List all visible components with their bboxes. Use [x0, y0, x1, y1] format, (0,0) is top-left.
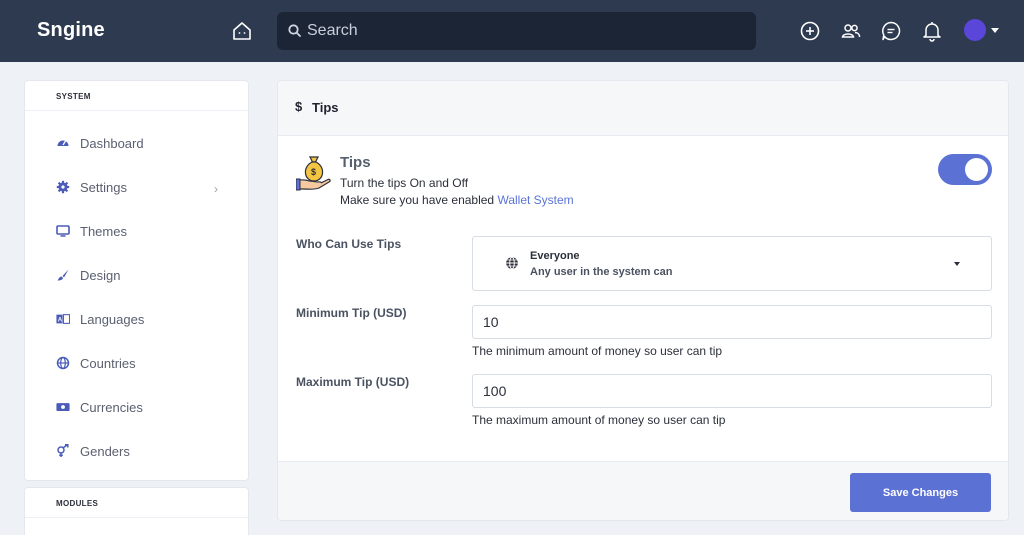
- sidebar-system: SYSTEM Dashboard Settings › Themes Desig…: [24, 80, 249, 481]
- chevron-down-icon: [954, 262, 960, 266]
- sidebar-item-label: Design: [80, 267, 121, 283]
- avatar[interactable]: [964, 19, 986, 41]
- brand-logo[interactable]: Sngine: [37, 19, 105, 42]
- chevron-right-icon: ›: [214, 182, 218, 196]
- top-navbar: Sngine: [0, 0, 1024, 62]
- search-input[interactable]: [307, 12, 747, 50]
- bell-icon[interactable]: [921, 20, 943, 42]
- selected-option-subtitle: Any user in the system can: [530, 266, 673, 278]
- search-icon: [287, 23, 303, 39]
- feature-note-text: Make sure you have enabled: [340, 193, 498, 207]
- add-icon[interactable]: [799, 20, 821, 42]
- sidebar-item-countries[interactable]: Countries: [25, 348, 248, 378]
- maximum-tip-input[interactable]: [472, 374, 992, 408]
- card-header: $ Tips: [278, 81, 1008, 136]
- sidebar-heading-modules: MODULES: [25, 488, 248, 518]
- sidebar-item-label: Languages: [80, 311, 145, 327]
- maximum-tip-label: Maximum Tip (USD): [296, 375, 410, 389]
- sidebar-item-dashboard[interactable]: Dashboard: [25, 128, 248, 158]
- money-icon: [56, 400, 70, 414]
- feature-note: Make sure you have enabled Wallet System: [340, 193, 574, 207]
- dollar-icon: $: [295, 99, 303, 114]
- sidebar-item-themes[interactable]: Themes: [25, 216, 248, 246]
- sidebar-item-label: Settings: [80, 179, 127, 195]
- money-bag-hand-icon: $: [295, 153, 332, 191]
- sidebar-item-genders[interactable]: Genders: [25, 436, 248, 466]
- sidebar-item-settings[interactable]: Settings ›: [25, 172, 248, 202]
- monitor-icon: [56, 224, 70, 238]
- maximum-tip-help: The maximum amount of money so user can …: [472, 413, 726, 427]
- gear-icon: [56, 180, 70, 194]
- sidebar-item-label: Currencies: [80, 399, 143, 415]
- feature-description: Turn the tips On and Off: [340, 176, 469, 190]
- language-icon: A: [56, 312, 70, 326]
- sidebar-modules: MODULES: [24, 487, 249, 535]
- gender-icon: [56, 444, 70, 458]
- wallet-system-link[interactable]: Wallet System: [497, 193, 573, 207]
- home-icon[interactable]: [231, 20, 253, 42]
- sidebar-item-label: Themes: [80, 223, 127, 239]
- card-footer: Save Changes: [278, 461, 1008, 520]
- globe-icon: [56, 356, 70, 370]
- chat-icon[interactable]: [880, 20, 902, 42]
- tips-enabled-toggle[interactable]: [938, 154, 992, 185]
- svg-text:$: $: [311, 167, 316, 177]
- tips-settings-card: $ Tips $ Tips Turn the tips On and Off M…: [277, 80, 1009, 521]
- sidebar-item-label: Genders: [80, 443, 130, 459]
- caret-down-icon[interactable]: [991, 28, 999, 33]
- save-changes-button[interactable]: Save Changes: [850, 473, 991, 512]
- minimum-tip-help: The minimum amount of money so user can …: [472, 344, 723, 358]
- svg-text:A: A: [58, 317, 63, 324]
- who-can-use-select[interactable]: Everyone Any user in the system can: [472, 236, 992, 291]
- minimum-tip-label: Minimum Tip (USD): [296, 306, 407, 320]
- who-can-use-label: Who Can Use Tips: [296, 237, 402, 251]
- search-bar[interactable]: [277, 12, 756, 50]
- sidebar-item-label: Dashboard: [80, 135, 144, 151]
- toggle-knob: [965, 158, 988, 181]
- selected-option-title: Everyone: [530, 250, 580, 262]
- brush-icon: [56, 268, 70, 282]
- minimum-tip-input[interactable]: [472, 305, 992, 339]
- sidebar-item-currencies[interactable]: Currencies: [25, 392, 248, 422]
- dashboard-icon: [56, 136, 70, 150]
- sidebar-heading-system: SYSTEM: [25, 81, 248, 111]
- sidebar-item-languages[interactable]: A Languages: [25, 304, 248, 334]
- sidebar-item-label: Countries: [80, 355, 136, 371]
- page-title: Tips: [312, 100, 339, 115]
- people-icon[interactable]: [840, 20, 862, 42]
- feature-title: Tips: [340, 154, 371, 171]
- globe-icon: [505, 256, 519, 270]
- sidebar-item-design[interactable]: Design: [25, 260, 248, 290]
